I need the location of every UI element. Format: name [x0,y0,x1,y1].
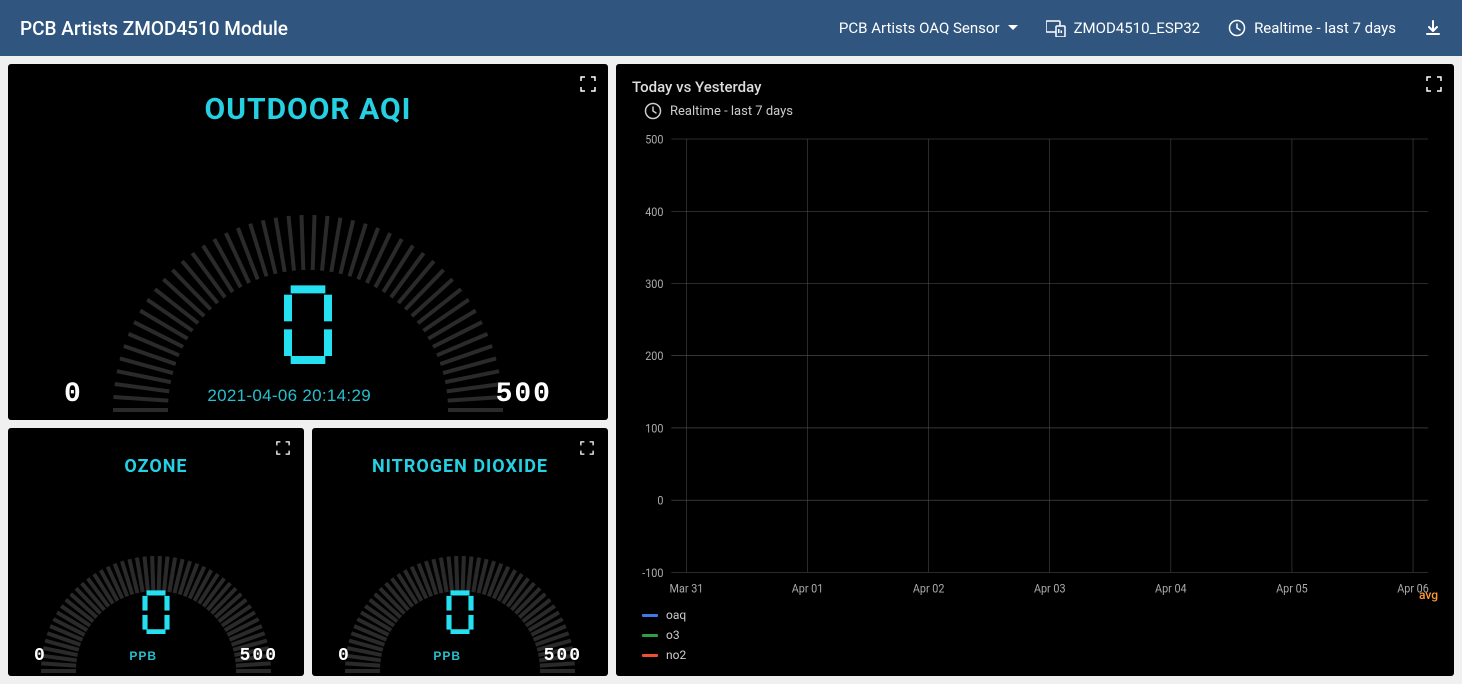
aqi-gauge-panel: OUTDOOR AQI 0 [8,64,608,420]
chart-plot-area[interactable]: -100 0 100 200 300 400 500 Mar 31 Apr 01 Apr 02 Ap… [632,130,1438,604]
ozone-title: OZONE [124,456,187,477]
legend-swatch [642,634,658,637]
fullscreen-icon [580,76,596,92]
fullscreen-button[interactable] [580,76,596,92]
svg-text:Apr 03: Apr 03 [1034,581,1066,596]
sensor-dropdown-label: PCB Artists OAQ Sensor [839,19,1000,37]
legend-swatch [642,614,658,617]
chart-subtitle: Realtime - last 7 days [644,102,1438,120]
ozone-unit: PPB [129,649,157,663]
ozone-gauge: OZONE [8,428,304,676]
aqi-timestamp: 2021-04-06 20:14:29 [207,386,371,406]
fullscreen-button[interactable] [1426,76,1442,92]
small-gauges-row: OZONE [8,428,608,676]
clock-icon [1228,19,1246,37]
fullscreen-button[interactable] [580,440,596,456]
fullscreen-icon [1426,76,1442,92]
no2-max: 500 [544,646,582,666]
ozone-value-digit [140,590,172,634]
no2-unit: PPB [433,649,461,663]
aqi-value-digit [278,284,338,364]
no2-value-digit [444,590,476,634]
page-title: PCB Artists ZMOD4510 Module [20,17,288,40]
dashboard-content: OUTDOOR AQI 0 [0,56,1462,684]
ozone-gauge-panel: OZONE [8,428,304,676]
chevron-down-icon [1008,25,1018,31]
legend-item-o3[interactable]: o3 [642,628,686,642]
legend-label: oaq [666,608,686,622]
fullscreen-icon [580,441,594,455]
aqi-max: 500 [496,379,552,410]
chart-legend: oaq o3 no2 [642,608,686,662]
svg-text:100: 100 [645,421,663,436]
no2-min: 0 [338,646,351,666]
fullscreen-icon [276,441,290,455]
svg-text:Mar 31: Mar 31 [670,581,704,596]
no2-title: NITROGEN DIOXIDE [372,456,548,477]
sensor-dropdown[interactable]: PCB Artists OAQ Sensor [839,19,1018,37]
ozone-min: 0 [34,646,47,666]
legend-swatch [642,654,658,657]
legend-item-no2[interactable]: no2 [642,648,686,662]
chart-subtitle-text: Realtime - last 7 days [670,104,793,119]
right-column: Today vs Yesterday Realtime - last 7 day… [616,64,1454,676]
ozone-max: 500 [240,646,278,666]
device-selector[interactable]: ZMOD4510_ESP32 [1046,19,1201,37]
aqi-title: OUTDOOR AQI [205,92,412,127]
svg-text:0: 0 [657,493,663,508]
aqi-min: 0 [64,379,83,410]
svg-text:Apr 05: Apr 05 [1276,581,1308,596]
header-controls: PCB Artists OAQ Sensor ZMOD4510_ESP32 Re… [839,19,1442,37]
svg-text:200: 200 [645,348,663,363]
svg-text:-100: -100 [642,565,663,580]
download-button[interactable] [1424,19,1442,37]
fullscreen-button[interactable] [276,440,292,456]
legend-label: no2 [666,648,686,662]
aqi-gauge: OUTDOOR AQI 0 [8,64,608,420]
chart-svg: -100 0 100 200 300 400 500 Mar 31 Apr 01 Apr 02 Ap… [632,130,1438,604]
no2-gauge-panel: NITROGEN DIOXIDE [312,428,608,676]
svg-text:Apr 01: Apr 01 [792,581,824,596]
svg-text:Apr 02: Apr 02 [913,581,945,596]
device-label: ZMOD4510_ESP32 [1074,19,1201,37]
download-icon [1424,19,1442,37]
chart-title: Today vs Yesterday [632,78,1438,96]
timerange-label: Realtime - last 7 days [1254,19,1396,37]
no2-gauge: NITROGEN DIOXIDE [312,428,608,676]
clock-icon [644,102,662,120]
device-icon [1046,19,1066,37]
svg-text:400: 400 [645,204,663,219]
chart-panel: Today vs Yesterday Realtime - last 7 day… [616,64,1454,676]
svg-text:500: 500 [645,132,663,147]
legend-label: o3 [666,628,680,642]
left-column: OUTDOOR AQI 0 [8,64,608,676]
legend-item-oaq[interactable]: oaq [642,608,686,622]
svg-text:Apr 06: Apr 06 [1397,581,1429,596]
svg-text:Apr 04: Apr 04 [1155,581,1187,596]
timerange-selector[interactable]: Realtime - last 7 days [1228,19,1396,37]
svg-text:300: 300 [645,276,663,291]
header-bar: PCB Artists ZMOD4510 Module PCB Artists … [0,0,1462,56]
